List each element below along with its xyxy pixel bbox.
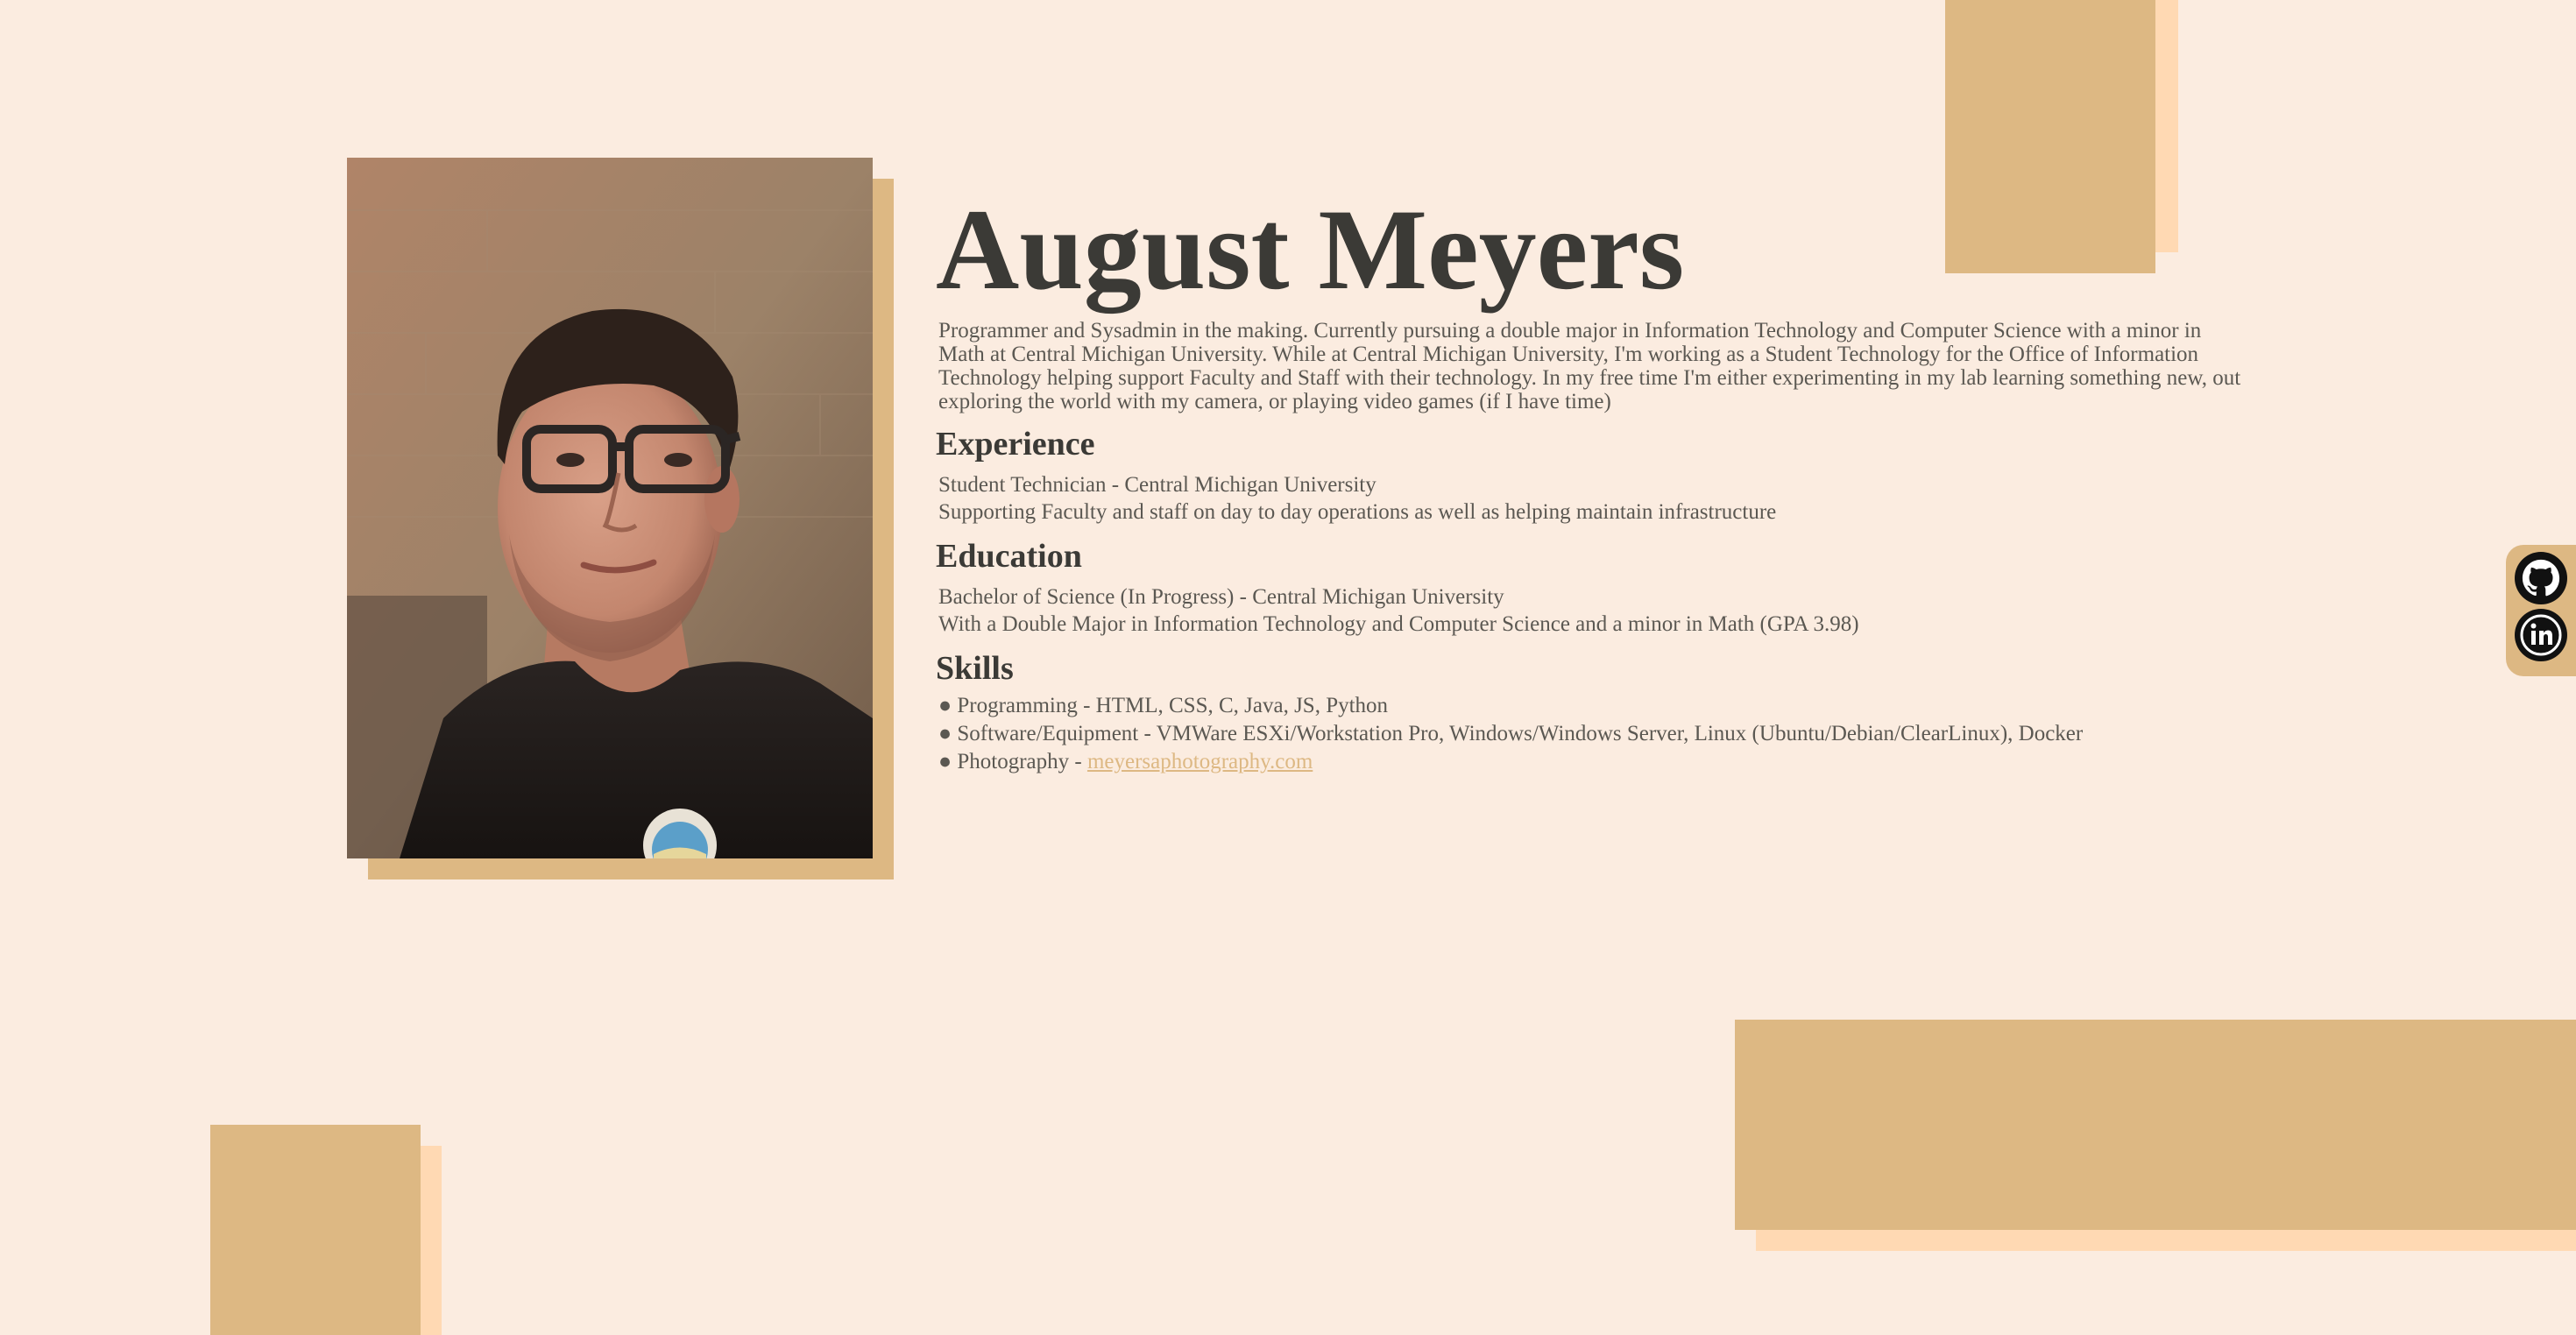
education-heading: Education — [936, 538, 1082, 575]
education-title: Bachelor of Science (In Progress) - Cent… — [938, 585, 1504, 609]
skill-text: Software/Equipment - VMWare ESXi/Worksta… — [957, 722, 2084, 745]
experience-heading: Experience — [936, 426, 1095, 463]
skill-text: Programming - HTML, CSS, C, Java, JS, Py… — [957, 694, 1389, 717]
experience-description: Supporting Faculty and staff on day to d… — [938, 500, 1777, 524]
social-dock — [2506, 545, 2576, 676]
page-title: August Meyers — [936, 185, 1685, 314]
experience-section: Student Technician - Central Michigan Un… — [936, 471, 2268, 526]
linkedin-icon — [2520, 614, 2562, 656]
github-link[interactable] — [2515, 552, 2567, 604]
bullet-icon: ● — [938, 694, 952, 717]
bullet-icon: ● — [938, 722, 952, 745]
profile-content: August Meyers Programmer and Sysadmin in… — [936, 184, 2268, 776]
bullet-icon: ● — [938, 750, 952, 773]
bio-paragraph: Programmer and Sysadmin in the making. C… — [938, 319, 2241, 413]
skill-item-software: ● Software/Equipment - VMWare ESXi/Works… — [938, 720, 2268, 748]
skill-item-photography: ● Photography - meyersaphotography.com — [938, 748, 2268, 776]
decor-block-bottom-right — [1735, 1020, 2576, 1230]
skill-text: Photography - — [957, 750, 1087, 773]
profile-photo — [347, 158, 873, 858]
experience-title: Student Technician - Central Michigan Un… — [938, 473, 1376, 497]
linkedin-link[interactable] — [2515, 609, 2567, 661]
education-section: Bachelor of Science (In Progress) - Cent… — [936, 583, 2268, 638]
decor-block-bottom-left — [210, 1125, 421, 1335]
photography-website-link[interactable]: meyersaphotography.com — [1087, 750, 1313, 773]
skill-item-programming: ● Programming - HTML, CSS, C, Java, JS, … — [938, 692, 2268, 720]
github-icon — [2522, 559, 2560, 597]
education-description: With a Double Major in Information Techn… — [938, 612, 1859, 636]
skills-heading: Skills — [936, 650, 1014, 687]
skills-list: ● Programming - HTML, CSS, C, Java, JS, … — [938, 692, 2268, 776]
